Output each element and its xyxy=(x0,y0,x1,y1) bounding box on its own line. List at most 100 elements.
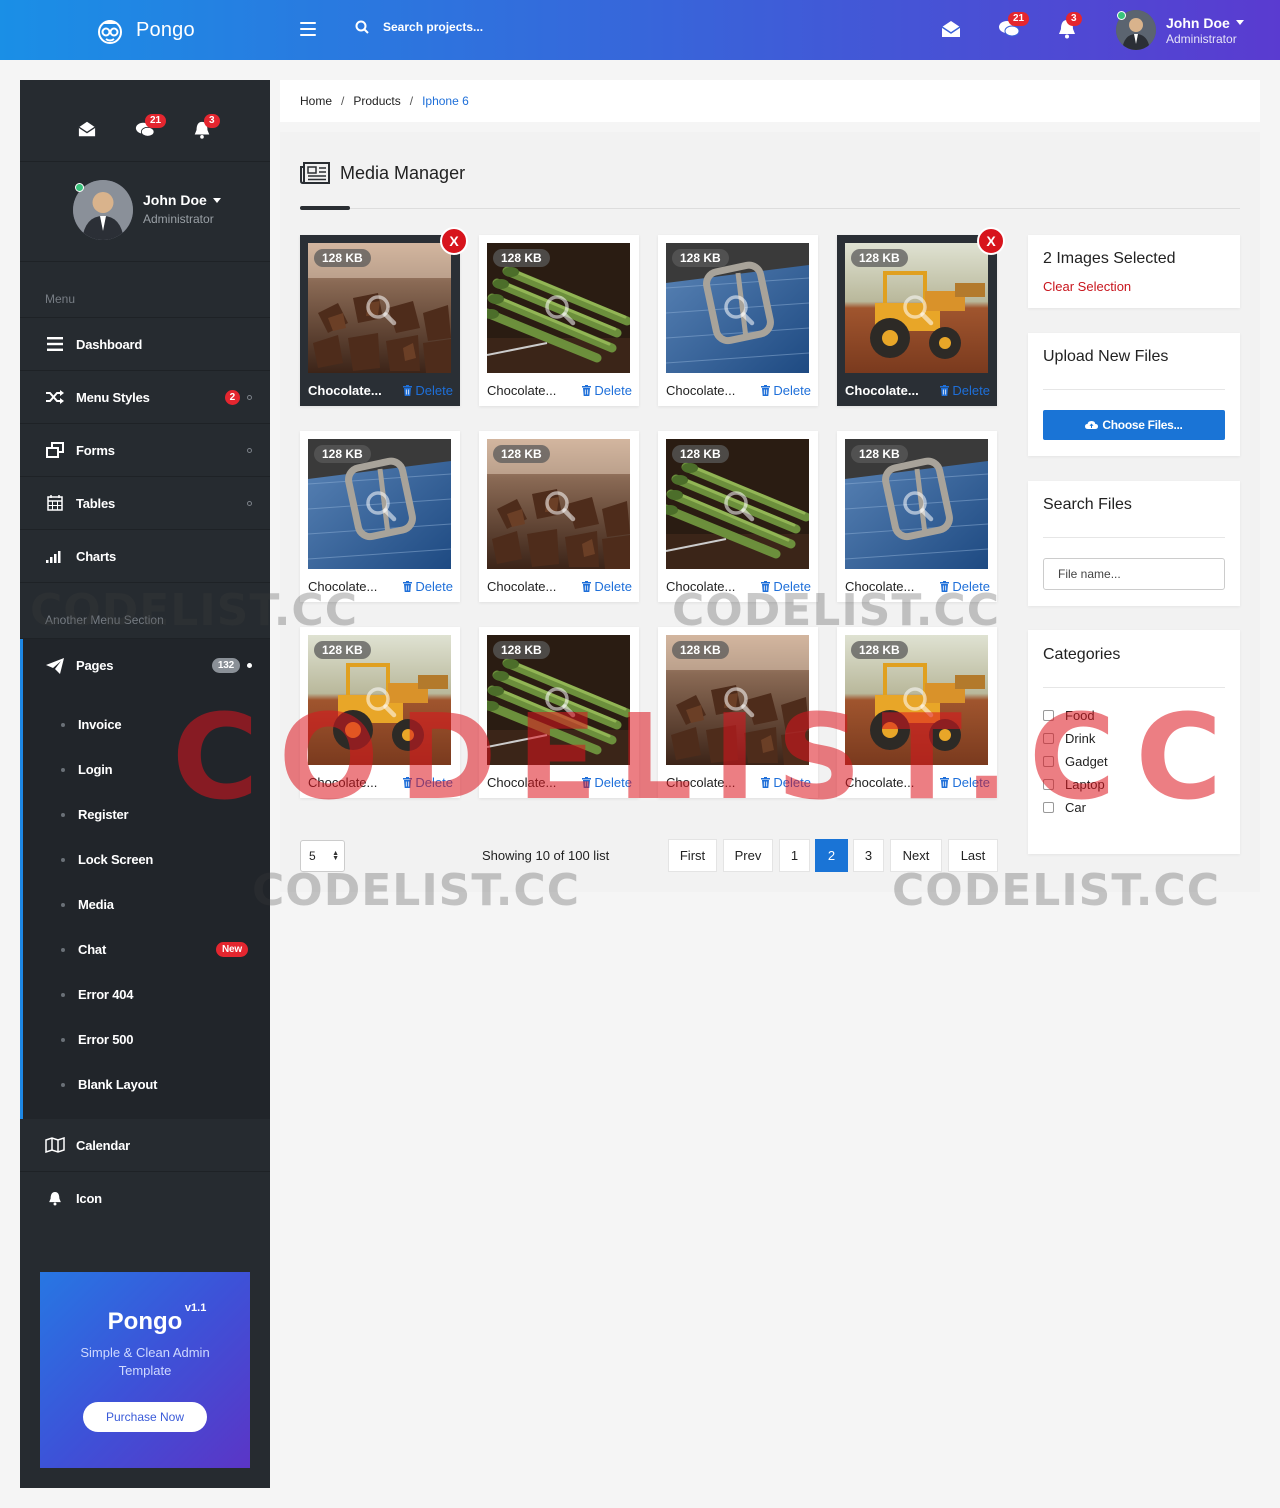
media-thumbnail[interactable]: 128 KB xyxy=(487,635,630,765)
purchase-now-button[interactable]: Purchase Now xyxy=(82,1402,208,1432)
sidebar-subitem-register[interactable]: Register xyxy=(23,792,270,837)
breadcrumb-products[interactable]: Products xyxy=(353,94,400,108)
sidebar-item-tables[interactable]: Tables xyxy=(20,477,270,530)
sidebar-subitem-lock-screen[interactable]: Lock Screen xyxy=(23,837,270,882)
media-thumbnail[interactable]: 128 KB xyxy=(308,439,451,569)
media-thumbnail[interactable]: 128 KB xyxy=(487,243,630,373)
checkbox[interactable] xyxy=(1043,756,1054,767)
zoom-icon[interactable] xyxy=(364,489,398,523)
sidebar-subitem-blank-layout[interactable]: Blank Layout xyxy=(23,1062,270,1107)
notifications-badge: 3 xyxy=(1066,12,1082,26)
checkbox[interactable] xyxy=(1043,779,1054,790)
delete-button[interactable]: Delete xyxy=(582,383,632,398)
delete-button[interactable]: Delete xyxy=(761,579,811,594)
media-tile[interactable]: 128 KB Chocolate... Delete xyxy=(658,627,818,798)
media-tile[interactable]: 128 KB Chocolate... Delete xyxy=(658,235,818,406)
media-tile[interactable]: 128 KB Chocolate... Delete X xyxy=(837,227,1005,406)
media-tile[interactable]: 128 KB Chocolate... Delete xyxy=(837,431,997,602)
sidebar-item-pages[interactable]: Pages 132 xyxy=(23,639,270,692)
media-tile[interactable]: 128 KB Chocolate... Delete X xyxy=(300,227,468,406)
sidebar-subitem-login[interactable]: Login xyxy=(23,747,270,792)
zoom-icon[interactable] xyxy=(722,293,756,327)
clear-selection-link[interactable]: Clear Selection xyxy=(1043,279,1131,294)
media-tile[interactable]: 128 KB Chocolate... Delete xyxy=(658,431,818,602)
media-tile[interactable]: 128 KB Chocolate... Delete xyxy=(300,431,460,602)
category-checkbox-gadget[interactable]: Gadget xyxy=(1043,754,1108,769)
sidebar-item-menu-styles[interactable]: Menu Styles 2 xyxy=(20,371,270,424)
file-name-input[interactable] xyxy=(1043,558,1225,590)
delete-button[interactable]: Delete xyxy=(940,383,990,398)
zoom-icon[interactable] xyxy=(722,489,756,523)
sidebar-item-charts[interactable]: Charts xyxy=(20,530,270,583)
checkbox[interactable] xyxy=(1043,710,1054,721)
sidebar-item-calendar[interactable]: Calendar xyxy=(20,1119,270,1172)
media-thumbnail[interactable]: 128 KB xyxy=(666,635,809,765)
sidebar-item-forms[interactable]: Forms xyxy=(20,424,270,477)
media-tile[interactable]: 128 KB Chocolate... Delete xyxy=(837,627,997,798)
category-checkbox-food[interactable]: Food xyxy=(1043,708,1095,723)
delete-button[interactable]: Delete xyxy=(403,775,453,790)
category-checkbox-laptop[interactable]: Laptop xyxy=(1043,777,1105,792)
checkbox[interactable] xyxy=(1043,802,1054,813)
menu-toggle-icon[interactable] xyxy=(300,22,316,36)
media-thumbnail[interactable]: 128 KB xyxy=(845,635,988,765)
user-menu[interactable]: John Doe Administrator xyxy=(1116,10,1244,50)
media-tile[interactable]: 128 KB Chocolate... Delete xyxy=(479,235,639,406)
zoom-icon[interactable] xyxy=(364,293,398,327)
pagination-last-button[interactable]: Last xyxy=(948,839,998,872)
media-thumbnail[interactable]: 128 KB xyxy=(666,439,809,569)
sidebar-item-dashboard[interactable]: Dashboard xyxy=(20,318,270,371)
delete-button[interactable]: Delete xyxy=(761,775,811,790)
delete-button[interactable]: Delete xyxy=(403,579,453,594)
zoom-icon[interactable] xyxy=(901,293,935,327)
zoom-icon[interactable] xyxy=(543,293,577,327)
zoom-icon[interactable] xyxy=(543,489,577,523)
sidebar-subitem-invoice[interactable]: Invoice xyxy=(23,702,270,747)
envelope-open-icon[interactable] xyxy=(940,18,962,40)
deselect-x-button[interactable]: X xyxy=(440,227,468,255)
page-size-select[interactable]: 5 ▲ ▼ xyxy=(300,840,345,872)
media-thumbnail[interactable]: 128 KB xyxy=(308,243,451,373)
sidebar-subitem-label: Invoice xyxy=(78,717,122,732)
category-checkbox-car[interactable]: Car xyxy=(1043,800,1086,815)
media-thumbnail[interactable]: 128 KB xyxy=(487,439,630,569)
sidebar-subitem-media[interactable]: Media xyxy=(23,882,270,927)
media-thumbnail[interactable]: 128 KB xyxy=(845,439,988,569)
zoom-icon[interactable] xyxy=(364,685,398,719)
sidebar-subitem-error-404[interactable]: Error 404 xyxy=(23,972,270,1017)
pagination-prev-button[interactable]: Prev xyxy=(723,839,773,872)
media-tile[interactable]: 128 KB Chocolate... Delete xyxy=(479,431,639,602)
choose-files-button[interactable]: Choose Files... xyxy=(1043,410,1225,440)
delete-button[interactable]: Delete xyxy=(940,579,990,594)
pagination-1-button[interactable]: 1 xyxy=(779,839,810,872)
media-thumbnail[interactable]: 128 KB xyxy=(845,243,988,373)
deselect-x-button[interactable]: X xyxy=(977,227,1005,255)
delete-button[interactable]: Delete xyxy=(761,383,811,398)
checkbox[interactable] xyxy=(1043,733,1054,744)
pagination-next-button[interactable]: Next xyxy=(890,839,942,872)
zoom-icon[interactable] xyxy=(901,489,935,523)
zoom-icon[interactable] xyxy=(722,685,756,719)
sidebar-subitem-chat[interactable]: Chat New xyxy=(23,927,270,972)
delete-button[interactable]: Delete xyxy=(582,775,632,790)
breadcrumb-home[interactable]: Home xyxy=(300,94,332,108)
media-tile[interactable]: 128 KB Chocolate... Delete xyxy=(300,627,460,798)
pagination-2-button[interactable]: 2 xyxy=(815,839,848,872)
sidebar-user[interactable]: John Doe Administrator xyxy=(20,162,270,262)
search-input[interactable] xyxy=(383,20,583,34)
media-tile[interactable]: 128 KB Chocolate... Delete xyxy=(479,627,639,798)
delete-button[interactable]: Delete xyxy=(582,579,632,594)
media-thumbnail[interactable]: 128 KB xyxy=(666,243,809,373)
zoom-icon[interactable] xyxy=(901,685,935,719)
pagination-first-button[interactable]: First xyxy=(668,839,717,872)
delete-button[interactable]: Delete xyxy=(403,383,453,398)
zoom-icon[interactable] xyxy=(543,685,577,719)
sidebar-item-icon[interactable]: Icon xyxy=(20,1172,270,1225)
category-checkbox-drink[interactable]: Drink xyxy=(1043,731,1095,746)
sidebar-subitem-error-500[interactable]: Error 500 xyxy=(23,1017,270,1062)
envelope-open-icon[interactable] xyxy=(77,120,97,138)
media-thumbnail[interactable]: 128 KB xyxy=(308,635,451,765)
delete-button[interactable]: Delete xyxy=(940,775,990,790)
pagination-3-button[interactable]: 3 xyxy=(853,839,884,872)
brand[interactable]: Pongo xyxy=(94,12,195,48)
